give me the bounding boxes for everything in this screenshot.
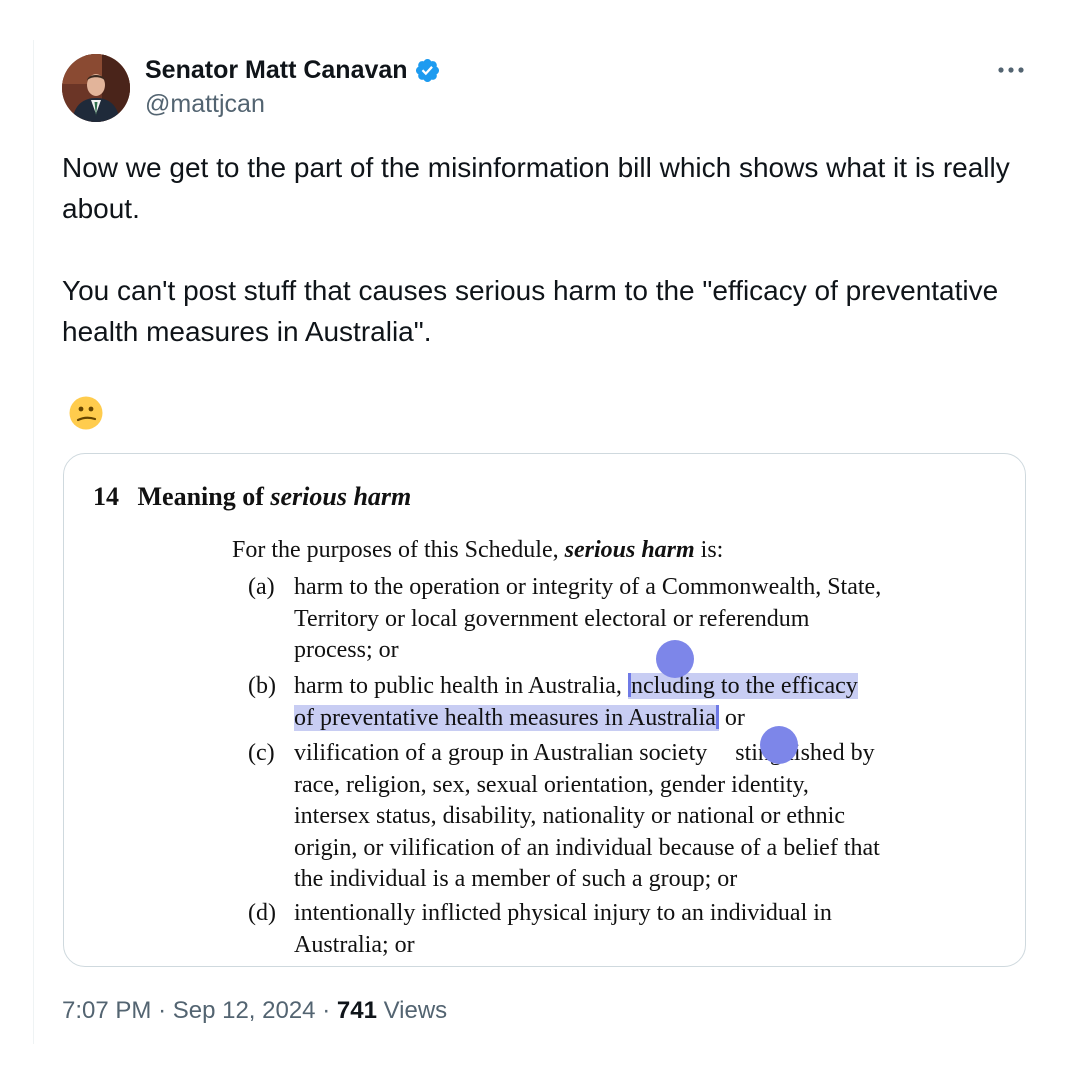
intro-text-end: is: [700,537,724,563]
section-number: 14 [93,482,119,511]
timeline-divider [33,40,34,1044]
author-name[interactable]: Senator Matt Canavan [145,56,408,85]
selection-start-handle[interactable] [656,640,694,678]
clause-label: (b) [248,673,276,699]
selection-end-handle[interactable] [760,726,798,764]
tweet-text: Now we get to the part of the misinforma… [62,147,1022,352]
tweet-date[interactable]: Sep 12, 2024 [173,997,316,1024]
clause-body: vilification of a group in Australian so… [294,738,974,896]
intro-text: For the purposes of this Schedule, [232,537,559,563]
section-heading: 14 Meaning of serious harm [93,482,411,512]
tweet-meta: 7:07 PM · Sep 12, 2024 · 741 Views [62,997,447,1025]
verified-badge-icon [415,58,439,83]
profile-photo-icon [62,54,130,122]
clause-line: vilification of a group in Australian so… [294,738,974,770]
views-count[interactable]: 741 [337,997,377,1024]
tweet-paragraph: You can't post stuff that causes serious… [62,275,999,347]
tweet-time[interactable]: 7:07 PM [62,997,151,1024]
clause-line: process; or [294,637,399,663]
clause-text: harm to public health in Australia, [294,673,622,699]
clause-label: (d) [248,900,276,926]
clause-line: of preventative health measures in Austr… [294,703,974,735]
clause-body: intentionally inflicted physical injury … [294,898,974,961]
clause-line: harm to public health in Australia, nclu… [294,671,974,703]
clause-body: harm to the operation or integrity of a … [294,572,974,667]
clause-line: harm to the operation or integrity of a … [294,574,882,600]
selected-text[interactable]: of preventative health measures in Austr… [294,704,719,731]
selected-text-part: of preventative health measures in Austr… [294,704,716,731]
tweet-page: Senator Matt Canavan @mattjcan Now we ge… [0,0,1080,1080]
section-heading-text: Meaning of [137,482,264,511]
clause-line: the individual is a member of such a gro… [294,866,738,892]
clause-line: Australia; or [294,931,415,958]
author-avatar[interactable] [62,54,130,122]
more-options-button[interactable] [994,58,1028,82]
more-dots-icon [998,67,1024,73]
tweet-media-image[interactable]: 14 Meaning of serious harm For the purpo… [63,453,1026,967]
meta-separator: · [158,997,167,1024]
clause-line: origin, or vilification of an individual… [294,834,880,861]
meta-separator: · [322,997,331,1024]
section-heading-term: serious harm [270,482,412,511]
author-name-row[interactable]: Senator Matt Canavan [145,56,441,85]
clause-line: intentionally inflicted physical injury … [294,900,832,926]
intro-term: serious harm [564,537,695,563]
selected-text-part: ncluding to the efficacy [630,673,858,699]
clause-line: race, religion, sex, sexual orientation,… [294,771,809,798]
author-handle[interactable]: @mattjcan [145,90,265,119]
clause-line: Territory or local government electoral … [294,605,810,632]
selection-end-caret [715,704,719,729]
clause-line: intersex status, disability, nationality… [294,803,845,829]
confused-face-emoji-icon [68,395,104,431]
clause-text: stinguished by [735,740,875,766]
clause-body: harm to public health in Australia, nclu… [294,671,974,734]
clause-label: (c) [248,740,275,766]
clause-text: or [724,704,745,731]
selected-text[interactable]: ncluding to the efficacy [627,673,858,699]
legislation-excerpt: 14 Meaning of serious harm For the purpo… [64,454,1025,966]
clause-text: vilification of a group in Australian so… [294,740,708,766]
tweet-paragraph: Now we get to the part of the misinforma… [62,152,1010,224]
views-label: Views [383,997,448,1024]
section-intro: For the purposes of this Schedule, serio… [232,537,723,564]
clause-label: (a) [248,574,275,600]
